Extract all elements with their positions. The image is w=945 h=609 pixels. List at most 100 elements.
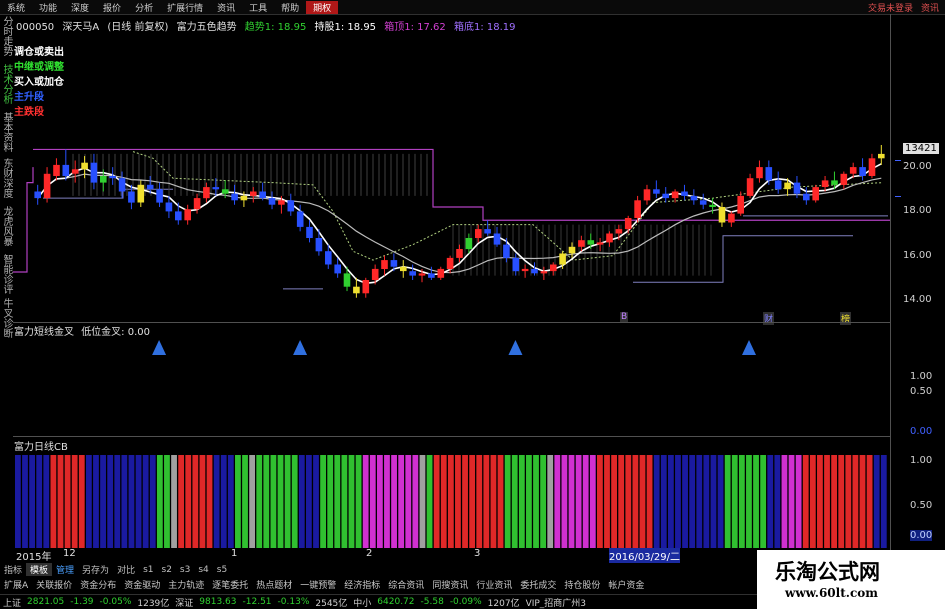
candle (62, 149, 70, 181)
left-tab-6[interactable]: 牛叉诊断 (0, 298, 13, 338)
indicator-tab-6[interactable]: s2 (158, 565, 176, 575)
menu-item-8[interactable]: 帮助 (274, 1, 306, 14)
candle (878, 145, 885, 165)
function-item-0[interactable]: 扩展A (0, 578, 32, 591)
indicator-tab-2[interactable]: 管理 (52, 563, 78, 576)
left-tab-1[interactable]: 技术分析 (0, 64, 13, 104)
menu-item-0[interactable]: 系统 (0, 1, 32, 14)
cb-bar (476, 455, 483, 548)
menu-right-1[interactable]: 资讯 (921, 4, 939, 14)
spike-tip (508, 340, 523, 355)
candle (184, 204, 191, 225)
menu-item-7[interactable]: 工具 (242, 1, 274, 14)
date-label-4: 3 (474, 548, 481, 559)
candle-body (475, 229, 482, 238)
cb-bar (114, 455, 121, 548)
function-item-10[interactable]: 同搜资讯 (428, 578, 472, 591)
left-tab-0[interactable]: 分时走势 (0, 16, 13, 56)
function-item-6[interactable]: 热点题材 (252, 578, 296, 591)
candle-body (503, 244, 510, 258)
menu-item-6[interactable]: 资讯 (210, 1, 242, 14)
function-item-14[interactable]: 帐户资金 (604, 578, 648, 591)
candle-body (381, 260, 388, 269)
candle-body (390, 260, 398, 267)
cb-bar (483, 455, 490, 548)
menu-item-1[interactable]: 功能 (32, 1, 64, 14)
candle (521, 264, 529, 278)
function-item-13[interactable]: 持仓股份 (560, 578, 604, 591)
indicator-tab-0[interactable]: 指标 (0, 563, 26, 576)
indicator-tab-1[interactable]: 模板 (26, 563, 53, 576)
cb-bar (327, 455, 334, 548)
panel2-label-2: 0.00 (910, 426, 933, 437)
daily-cb-panel[interactable] (13, 453, 890, 548)
function-item-3[interactable]: 资金驱动 (120, 578, 164, 591)
left-tab-3[interactable]: 东财深度 (0, 158, 13, 198)
function-item-8[interactable]: 经济指标 (340, 578, 384, 591)
cb-bar (618, 455, 625, 548)
event-marker-1[interactable]: 财 (763, 312, 775, 325)
price-label-2: 16.00 (903, 249, 932, 261)
cb-bar (185, 455, 192, 548)
menu-item-2[interactable]: 深度 (64, 1, 96, 14)
candle (53, 158, 60, 181)
candle-body (643, 189, 651, 201)
left-tab-5[interactable]: 智能诊评 (0, 254, 13, 294)
cb-bar (817, 455, 823, 548)
menu-item-4[interactable]: 分析 (128, 1, 160, 14)
indicator-tab-7[interactable]: s3 (176, 565, 194, 575)
function-item-11[interactable]: 行业资讯 (472, 578, 516, 591)
candle (128, 184, 135, 210)
function-item-9[interactable]: 综合资讯 (384, 578, 428, 591)
menu-item-options[interactable]: 期权 (306, 0, 339, 14)
candle (43, 167, 51, 203)
cb-bar (469, 455, 476, 548)
candle-body (62, 164, 70, 176)
candle-body (81, 162, 88, 170)
candle-body (709, 204, 716, 207)
price-chart[interactable] (13, 30, 890, 320)
cb-bar (575, 455, 582, 548)
event-marker-0[interactable]: B (620, 312, 629, 322)
cb-bar (788, 455, 795, 548)
event-marker-2[interactable]: 榜 (840, 312, 852, 325)
cb-bar (100, 455, 106, 548)
cb-bar (22, 455, 28, 548)
indicator-tab-9[interactable]: s5 (213, 565, 231, 575)
candle-body (371, 268, 379, 280)
menu-item-3[interactable]: 报价 (96, 1, 128, 14)
candle (118, 171, 126, 199)
short-cross-panel[interactable] (13, 335, 890, 440)
left-tab-2[interactable]: 基本资料 (0, 112, 13, 152)
function-item-7[interactable]: 一键预警 (296, 578, 340, 591)
indicator-tab-5[interactable]: s1 (139, 565, 157, 575)
function-item-1[interactable]: 关联报价 (32, 578, 76, 591)
function-item-2[interactable]: 资金分布 (76, 578, 120, 591)
function-item-12[interactable]: 委托成交 (516, 578, 560, 591)
cross-spike (742, 340, 757, 433)
menu-right-0[interactable]: 交易未登录 (868, 4, 913, 14)
cb-bar (93, 455, 99, 548)
candle-body (859, 167, 866, 176)
candle-body (624, 218, 632, 230)
function-menu: 扩展A 关联报价 资金分布 资金驱动 主力轨迹 逐笔委托 热点题材 一键预警 经济指标 综合资讯同… (0, 578, 760, 591)
candle-body (90, 162, 98, 183)
candle (728, 211, 735, 227)
cb-bar (675, 455, 681, 548)
panel3-label-1: 0.50 (910, 500, 933, 511)
candle-body (812, 187, 819, 201)
menu-item-5[interactable]: 扩展行情 (160, 1, 210, 14)
cb-bar (128, 455, 135, 548)
indicator-tab-3[interactable]: 另存为 (78, 563, 113, 576)
candle-body (662, 193, 669, 199)
cb-bar (57, 455, 64, 548)
indicator-tab-8[interactable]: s4 (194, 565, 212, 575)
function-item-5[interactable]: 逐笔委托 (208, 578, 252, 591)
indicator-tab-4[interactable]: 对比 (113, 563, 139, 576)
cb-bar (156, 455, 163, 548)
cb-bar (767, 455, 774, 548)
function-item-4[interactable]: 主力轨迹 (164, 578, 208, 591)
cb-bar (263, 455, 270, 548)
left-tab-4[interactable]: 龙虎风暴 (0, 206, 13, 246)
cb-bar (831, 455, 838, 548)
